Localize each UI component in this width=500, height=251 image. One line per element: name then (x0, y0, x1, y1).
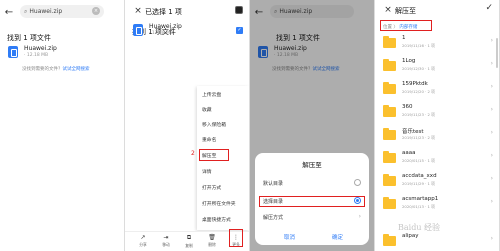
folder-name[interactable]: aaaa (402, 150, 415, 156)
zip-file-icon (133, 24, 143, 36)
delete-label: 删除 (208, 242, 216, 247)
menu-item-safe[interactable]: 移入保险箱 (202, 121, 226, 128)
zip-file-icon (8, 46, 18, 58)
option-choose-dir[interactable]: 选择目录 (263, 198, 283, 205)
folder-name[interactable]: 1Log (402, 58, 415, 64)
highlight-box (229, 229, 243, 247)
file-checkbox[interactable]: ✓ (236, 27, 243, 34)
search-icon: ⌕ (24, 7, 28, 15)
search-query: Huawei.zip (29, 8, 63, 15)
chevron-right-icon: › (490, 152, 493, 159)
folder-icon (383, 197, 396, 209)
back-arrow-icon[interactable]: ← (0, 7, 18, 18)
dialog-title: 解压至 (302, 161, 322, 169)
share-button[interactable]: ↗ 分享 (133, 234, 153, 248)
folder-name[interactable]: 音乐test (402, 127, 424, 135)
breadcrumb-root[interactable]: 位置 〉 (383, 25, 398, 30)
folder-meta: 2019/11/23 · 2 项 (402, 112, 435, 117)
folder-icon (383, 36, 396, 48)
folder-meta: 2019/11/16 · 1 项 (402, 43, 435, 48)
folder-icon (383, 128, 396, 140)
breadcrumb-current[interactable]: 内部存储 (399, 25, 417, 30)
folder-name[interactable]: 1 (402, 35, 406, 41)
move-label: 移动 (162, 242, 170, 247)
chevron-right-icon: › (490, 83, 493, 90)
file-meta: · 12.18 MB (149, 31, 174, 36)
confirm-button[interactable]: 确定 (332, 233, 343, 241)
chevron-right-icon: › (490, 106, 493, 113)
folder-meta: 2019/12/30 · 1 项 (402, 66, 435, 71)
chevron-right-icon: › (490, 175, 493, 182)
chevron-right-icon: › (490, 129, 493, 136)
menu-item-details[interactable]: 详情 (202, 168, 212, 175)
delete-button[interactable]: 🗑 删除 (202, 234, 222, 248)
breadcrumb: 位置 〉 内部存储 (383, 24, 417, 30)
menu-item-rename[interactable]: 重命名 (202, 136, 216, 143)
folder-name[interactable]: 360 (402, 104, 413, 110)
folder-name[interactable]: accdata_xxd (402, 173, 437, 179)
share-label: 分享 (139, 242, 147, 247)
radio-choose-dir[interactable] (354, 197, 361, 204)
watermark: Baidu 经验 (398, 223, 441, 232)
search-input[interactable]: ⌕ Huawei.zip × (20, 5, 104, 18)
folder-meta: 2019/11/29 · 1 项 (402, 181, 435, 186)
menu-item-favorite[interactable]: 收藏 (202, 106, 212, 113)
folder-picker-screen: × 解压至 ✓ 位置 〉 内部存储 1 2019/11/16 · 1 项 › 1… (375, 0, 499, 251)
radio-default-dir[interactable] (354, 179, 361, 186)
file-meta: · 12.18 MB (24, 53, 49, 58)
delete-icon: 🗑 (208, 234, 216, 241)
option-extract-mode[interactable]: 解压方式 (263, 214, 283, 221)
menu-item-shortcut[interactable]: 桌面快捷方式 (202, 216, 231, 223)
share-icon: ↗ (140, 234, 146, 241)
check-icon[interactable]: ✓ (485, 3, 493, 13)
folder-meta: 2019/12/20 · 2 项 (402, 89, 435, 94)
hint-text: 没找到需要的文件？ (22, 67, 63, 72)
move-icon: ⇥ (163, 234, 169, 241)
clear-icon[interactable]: × (92, 7, 100, 15)
copy-icon: ⧉ (186, 234, 192, 241)
menu-item-open-with[interactable]: 打开方式 (202, 184, 221, 191)
move-button[interactable]: ⇥ 移动 (156, 234, 176, 248)
chevron-right-icon: › (490, 60, 493, 67)
folder-name[interactable]: acsmartapp1 (402, 196, 438, 202)
copy-label: 复制 (185, 243, 193, 248)
menu-item-open-folder[interactable]: 打开所在文件夹 (202, 200, 236, 207)
more-menu: 上传云盘 收藏 移入保险箱 重命名 解压至 详情 打开方式 打开所在文件夹 桌面… (197, 86, 249, 230)
selection-title: 已选择 1 项 (145, 8, 182, 16)
folder-icon (383, 174, 396, 186)
option-default-dir[interactable]: 默认目录 (263, 180, 283, 187)
extract-dialog-screen: ← ⌕ Huawei.zip 找到 1 项文件 Huawei.zip · 12.… (250, 0, 374, 251)
select-all-checkbox[interactable] (235, 6, 243, 14)
result-count: 找到 1 项文件 (7, 34, 51, 42)
search-hint: 没找到需要的文件？试试全网搜索 (22, 66, 90, 72)
folder-meta: 2020/01/15 · 1 项 (402, 158, 435, 163)
web-search-link[interactable]: 试试全网搜索 (63, 67, 90, 72)
step-number: 2 (191, 150, 195, 157)
picker-title: 解压至 (395, 7, 416, 15)
menu-item-upload[interactable]: 上传云盘 (202, 91, 221, 98)
folder-meta: 2020/01/13 · 1 项 (402, 204, 435, 209)
folder-name[interactable]: alipay (402, 233, 419, 239)
extract-dialog: 解压至 默认目录 选择目录 解压方式 › 取消 确定 (255, 153, 369, 245)
chevron-right-icon: › (490, 37, 493, 44)
chevron-right-icon: › (490, 198, 493, 205)
search-results-screen: ← ⌕ Huawei.zip × 找到 1 项文件 Huawei.zip · 1… (0, 0, 124, 251)
selection-screen: × 已选择 1 项 找到 1 项文件 Huawei.zip · 12.18 MB… (125, 0, 249, 251)
file-name[interactable]: Huawei.zip (149, 23, 182, 30)
scrollbar[interactable] (496, 38, 498, 68)
folder-icon (383, 151, 396, 163)
folder-icon (383, 82, 396, 94)
menu-item-extract[interactable]: 解压至 (202, 152, 216, 159)
cancel-button[interactable]: 取消 (284, 233, 295, 241)
folder-icon (383, 105, 396, 117)
folder-icon (383, 234, 396, 246)
copy-button[interactable]: ⧉ 复制 (179, 234, 199, 249)
folder-meta: 2019/11/23 · 2 项 (402, 135, 435, 140)
folder-name[interactable]: 159Pktdk (402, 81, 428, 87)
file-name[interactable]: Huawei.zip (24, 45, 57, 52)
folder-icon (383, 59, 396, 71)
chevron-right-icon: › (358, 213, 361, 220)
chevron-right-icon: › (490, 235, 493, 242)
